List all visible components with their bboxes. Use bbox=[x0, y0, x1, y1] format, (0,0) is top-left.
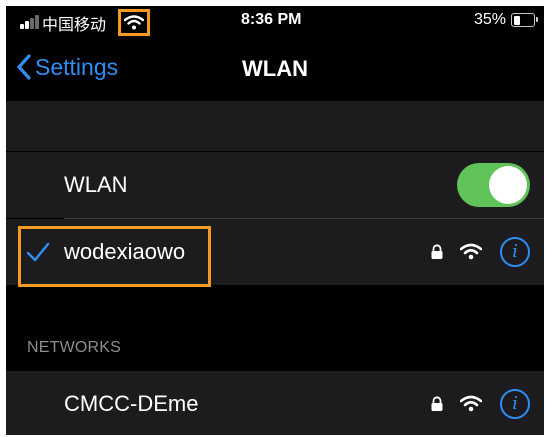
battery-icon bbox=[511, 13, 535, 27]
wlan-toggle-label: WLAN bbox=[64, 172, 128, 197]
carrier-name: 中国移动 bbox=[42, 17, 107, 34]
info-icon[interactable]: i bbox=[500, 237, 530, 267]
network-row[interactable]: CMCC-DEme i bbox=[6, 371, 544, 435]
connected-network-highlight bbox=[18, 226, 211, 287]
status-bar: 中国移动 8:36 PM 35% bbox=[6, 6, 544, 36]
toggle-knob bbox=[489, 166, 527, 204]
wlan-toggle-switch[interactable] bbox=[457, 163, 530, 207]
info-icon[interactable]: i bbox=[500, 389, 530, 419]
battery-percentage: 35% bbox=[474, 11, 507, 28]
navigation-bar: Settings WLAN bbox=[6, 36, 544, 100]
status-time: 8:36 PM bbox=[241, 11, 302, 28]
wifi-signal-icon bbox=[460, 243, 482, 260]
page-title: WLAN bbox=[242, 56, 308, 81]
wlan-toggle-row: WLAN bbox=[6, 152, 544, 218]
lock-icon bbox=[431, 244, 443, 259]
wifi-signal-icon bbox=[460, 395, 482, 412]
networks-section-header: NETWORKS bbox=[27, 339, 122, 356]
wlan-settings-screen: 中国移动 8:36 PM 35% Settings WLAN WLAN wode… bbox=[6, 6, 544, 435]
section-spacer bbox=[6, 101, 544, 151]
network-name: CMCC-DEme bbox=[64, 391, 199, 416]
status-wifi-icon bbox=[118, 9, 150, 36]
lock-icon bbox=[431, 396, 443, 411]
